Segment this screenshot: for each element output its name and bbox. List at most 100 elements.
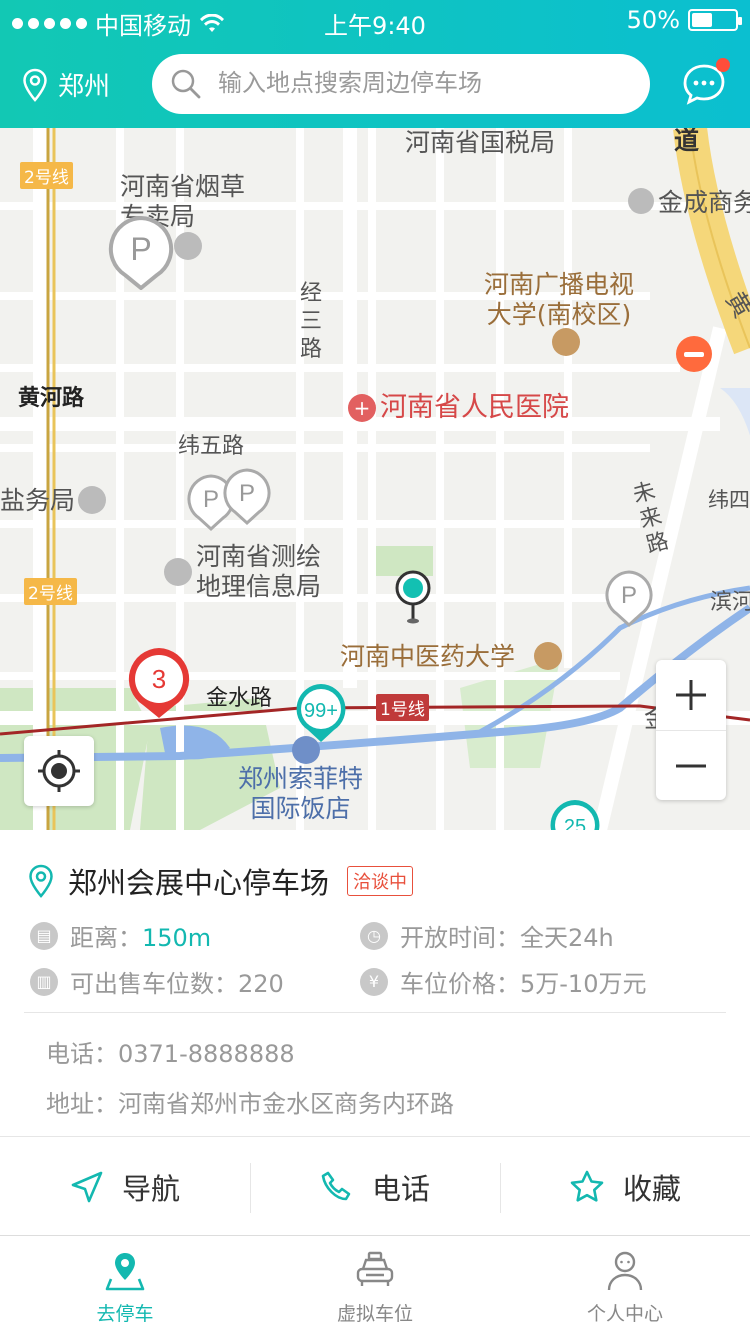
navigation-arrow-icon (71, 1171, 103, 1202)
taxi-icon (356, 1251, 394, 1286)
map-label-wei4: 纬四 (708, 488, 750, 512)
parking-name: 郑州会展中心停车场 (68, 866, 330, 900)
map-label-jing3-road: 经 三 路 (300, 281, 323, 362)
star-icon (570, 1170, 604, 1202)
plus-icon (676, 680, 706, 710)
hours-label: 开放时间： (400, 924, 520, 952)
map-view[interactable]: 河南省国税局 道 河南省烟草 专卖局 金成商务 河南广播电视 大学(南校区) 黄… (0, 128, 750, 830)
svg-text:25: 25 (564, 816, 586, 830)
tab-bar: 去停车 虚拟车位 个人中心 (0, 1235, 750, 1334)
zoom-in-button[interactable] (656, 660, 726, 730)
phone-icon (321, 1171, 351, 1200)
map-label-tax-bureau: 河南省国税局 (405, 128, 556, 157)
spaces-value: 220 (238, 970, 284, 998)
city-selector[interactable]: 郑州 (22, 66, 110, 103)
map-label-huanghe-road: 黄河路 (18, 386, 85, 411)
svg-text:P: P (203, 486, 219, 513)
call-button[interactable]: 电话 (250, 1137, 500, 1236)
hours-row: ◷ 开放时间：全天24h (360, 918, 614, 953)
tab-profile[interactable]: 个人中心 (500, 1236, 750, 1334)
phone-row: 电话：0371-8888888 (46, 1034, 295, 1069)
address-row: 地址：河南省郑州市金水区商务内环路 (46, 1084, 454, 1119)
map-label-sofitel: 郑州索菲特 国际饭店 (238, 764, 364, 823)
status-badge: 洽谈中 (347, 866, 414, 896)
selected-location-marker[interactable] (395, 570, 431, 626)
school-icon (534, 642, 562, 670)
bar-chart-icon: ▥ (30, 967, 58, 996)
svg-text:3: 3 (152, 664, 166, 694)
ruler-icon: ▤ (30, 921, 58, 950)
search-input[interactable] (218, 70, 618, 98)
spaces-label: 可出售车位数： (70, 970, 238, 998)
map-label-jincheng: 金成商务 (658, 188, 750, 217)
app-header: 中国移动 上午9:40 50% 郑州 (0, 0, 750, 128)
bank-icon (628, 188, 654, 214)
location-pin-icon (23, 68, 47, 102)
distance-row: ▤ 距离：150m (30, 918, 211, 953)
svg-text:P: P (130, 231, 151, 267)
cluster-pin-teal[interactable]: 99+ (294, 682, 348, 744)
map-label-wei5-road: 纬五路 (178, 434, 245, 459)
tab-virtual-space-label: 虚拟车位 (336, 1303, 413, 1325)
phone-label: 电话： (46, 1040, 118, 1068)
search-bar[interactable] (152, 54, 650, 114)
map-label-salt-bureau: 盐务局 (0, 486, 76, 515)
divider (24, 1012, 726, 1013)
metro-line2-tag: 2号线 (20, 162, 73, 189)
map-label-dao: 道 (674, 128, 700, 155)
tab-virtual-space[interactable]: 虚拟车位 (250, 1236, 500, 1334)
map-label-jinshui-road: 金水路 (206, 686, 273, 711)
call-label: 电话 (371, 1171, 430, 1206)
parking-pin[interactable]: P (108, 216, 174, 290)
battery-percent: 50% (626, 6, 680, 34)
search-icon (171, 69, 201, 99)
parking-info-card: 郑州会展中心停车场 洽谈中 ▤ 距离：150m ◷ 开放时间：全天24h ▥ 可… (0, 830, 750, 1235)
map-label-radio-univ: 河南广播电视 大学(南校区) (484, 270, 635, 329)
bank-icon (164, 558, 192, 586)
crosshair-icon (38, 750, 80, 792)
svg-text:99+: 99+ (304, 700, 338, 722)
navigate-label: 导航 (121, 1171, 180, 1206)
zoom-out-button[interactable] (656, 730, 726, 800)
price-row: ¥ 车位价格：5万-10万元 (360, 964, 646, 999)
metro-line2-tag: 2号线 (24, 578, 77, 605)
parking-pin[interactable]: P (604, 570, 654, 628)
phone-value[interactable]: 0371-8888888 (118, 1040, 295, 1068)
favorite-label: 收藏 (622, 1171, 681, 1206)
metro-line1-tag: 1号线 (376, 694, 429, 721)
map-label-hospital: 河南省人民医院 (380, 392, 569, 423)
distance-value: 150m (142, 924, 212, 952)
navigate-button[interactable]: 导航 (0, 1137, 250, 1236)
bank-icon (78, 486, 106, 514)
zoom-controls (656, 660, 726, 800)
address-label: 地址： (46, 1090, 118, 1118)
tab-go-parking[interactable]: 去停车 (0, 1236, 250, 1334)
hours-value: 全天24h (520, 924, 614, 952)
no-entry-icon[interactable] (676, 336, 712, 372)
action-bar: 导航 电话 收藏 (0, 1136, 750, 1236)
minus-icon (676, 764, 706, 767)
yen-icon: ¥ (360, 967, 388, 996)
map-label-bin: 滨河 (710, 590, 750, 615)
cluster-pin-red[interactable]: 3 (126, 646, 192, 720)
favorite-button[interactable]: 收藏 (500, 1137, 750, 1236)
map-pin-icon (105, 1253, 145, 1291)
location-pin-icon (29, 864, 53, 898)
unread-badge (716, 58, 730, 72)
map-label-tcm-univ: 河南中医药大学 (340, 642, 516, 671)
address-value: 河南省郑州市金水区商务内环路 (118, 1090, 454, 1118)
distance-label: 距离： (70, 924, 142, 952)
locate-me-button[interactable] (24, 736, 94, 806)
city-name: 郑州 (58, 72, 111, 102)
spaces-row: ▥ 可出售车位数：220 (30, 964, 284, 999)
cluster-pin-teal[interactable]: 25 (548, 798, 602, 830)
bank-icon (174, 232, 202, 260)
svg-text:P: P (239, 480, 255, 507)
tab-go-parking-label: 去停车 (96, 1303, 154, 1325)
price-label: 车位价格： (400, 970, 520, 998)
parking-pin[interactable]: P (222, 468, 272, 526)
message-button[interactable] (682, 58, 730, 106)
clock-icon: ◷ (360, 921, 388, 950)
price-value: 5万-10万元 (520, 970, 647, 998)
svg-text:P: P (621, 582, 637, 609)
